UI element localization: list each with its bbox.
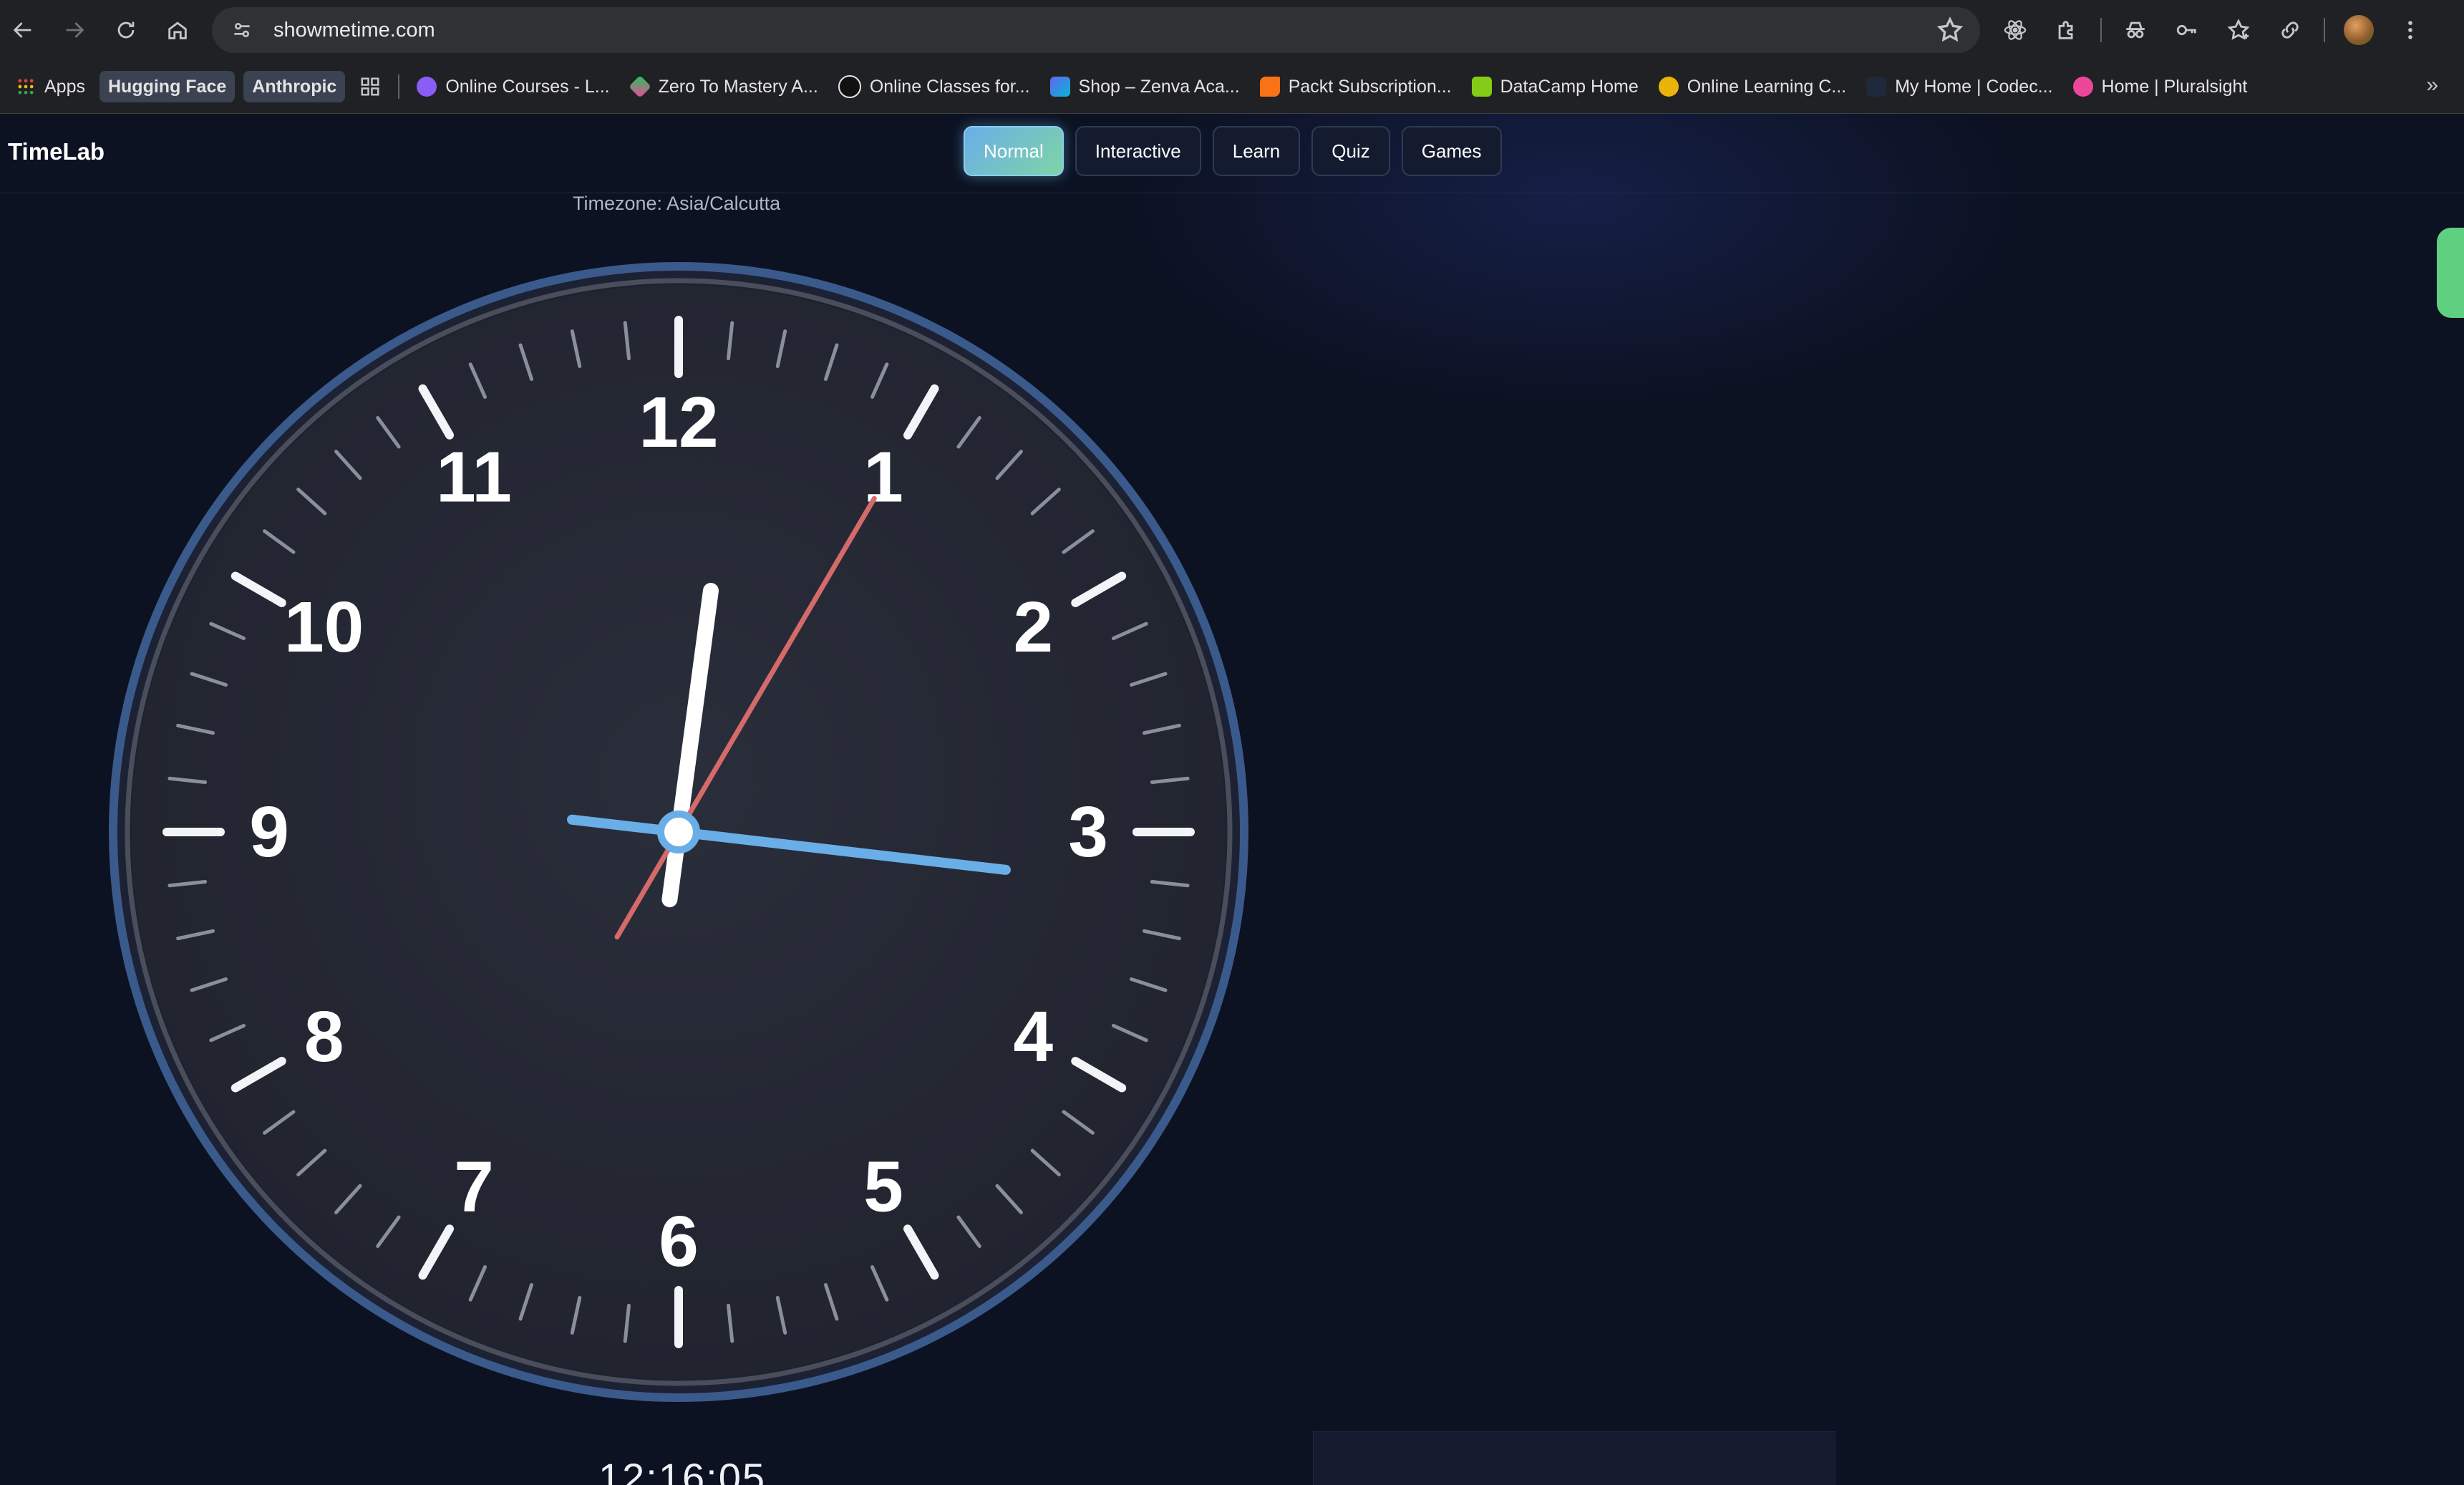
pluralsight-icon [2072,77,2093,97]
digital-time: 12:16:05 [598,1455,766,1485]
bookmark-zero-to-mastery[interactable]: Zero To Mastery A... [620,69,828,105]
tab-normal[interactable]: Normal [964,126,1064,176]
link-icon[interactable] [2272,12,2308,48]
clock-numeral-5: 5 [863,1146,903,1227]
reload-icon[interactable] [105,9,147,52]
bookmark-label: DataCamp Home [1500,76,1639,97]
bookmark-hugging-face[interactable]: Hugging Face [99,71,236,102]
bookmarks-separator [398,74,400,99]
bookmark-label: Online Courses - L... [445,76,610,97]
clock-numeral-4: 4 [1014,997,1054,1077]
clock-numeral-11: 11 [436,437,512,518]
extensions-puzzle-icon[interactable] [2049,12,2085,48]
clock-numeral-8: 8 [304,997,344,1077]
favorites-star-icon[interactable] [2221,12,2256,48]
bookmark-star-icon[interactable] [1936,16,1964,44]
apps-grid-icon [18,79,34,95]
tab-learn[interactable]: Learn [1212,126,1301,176]
clock-numeral-3: 3 [1068,792,1108,872]
site-settings-icon[interactable] [228,16,256,44]
bookmark-datacamp[interactable]: DataCamp Home [1462,69,1649,105]
menu-kebab-icon[interactable] [2392,12,2428,48]
zenva-icon [1049,77,1070,97]
extensions-area [1997,9,2428,52]
bookmark-codecademy[interactable]: My Home | Codec... [1856,69,2062,105]
clock-numeral-12: 12 [639,382,718,463]
url-text[interactable]: showmetime.com [273,19,435,42]
toolbar-separator [2100,18,2102,42]
bookmark-label: Hugging Face [107,76,227,97]
side-drawer-tab[interactable] [2437,228,2464,318]
tab-interactive[interactable]: Interactive [1075,126,1201,176]
profile-avatar[interactable] [2341,12,2377,48]
clock-numeral-10: 10 [284,587,364,667]
forward-icon[interactable] [53,9,96,52]
password-key-icon[interactable] [2169,12,2205,48]
online-learning-icon [1658,77,1679,97]
home-icon[interactable] [156,9,199,52]
datacamp-icon [1471,77,1492,97]
bookmark-label: Anthropic [252,76,337,97]
address-bar[interactable]: showmetime.com [212,7,1980,53]
bookmark-label: Packt Subscription... [1288,76,1452,97]
clock-numeral-7: 7 [454,1146,494,1227]
toolbar-separator [2324,18,2325,42]
bookmark-label: Apps [44,76,85,97]
packt-icon [1259,77,1280,97]
react-devtools-icon[interactable] [1997,12,2033,48]
mode-tabs: Normal Interactive Learn Quiz Games [964,126,1502,176]
bookmarks-bar: Apps Hugging Face Anthropic Online Cours… [0,60,2464,114]
skillshare-icon [838,75,861,98]
bookmark-anthropic[interactable]: Anthropic [243,71,346,102]
tab-groups-grid-icon[interactable] [349,69,391,105]
zero-to-mastery-icon [628,75,651,98]
bookmark-label: Home | Pluralsight [2101,76,2248,97]
bookmark-zenva[interactable]: Shop – Zenva Aca... [1040,69,1250,105]
back-icon[interactable] [1,9,44,52]
udemy-icon [417,77,437,97]
analog-clock: 121234567891011 [109,262,1248,1402]
app-header: TimeLab Normal Interactive Learn Quiz Ga… [0,114,2464,193]
bookmark-apps[interactable]: Apps [6,69,95,105]
timezone-label: Timezone: Asia/Calcutta [573,193,781,214]
brand-logo[interactable]: TimeLab [8,138,105,165]
codecademy-icon [1866,77,1887,97]
tab-quiz[interactable]: Quiz [1311,126,1390,176]
tab-games[interactable]: Games [1401,126,1502,176]
bookmark-label: My Home | Codec... [1895,76,2053,97]
clock-numeral-6: 6 [659,1201,699,1282]
incognito-icon[interactable] [2118,12,2153,48]
bookmark-label: Zero To Mastery A... [658,76,818,97]
bookmark-label: Online Classes for... [869,76,1030,97]
clock-center-cap [657,811,700,853]
clock-numeral-2: 2 [1014,587,1054,667]
bookmarks-overflow-chevron-icon[interactable]: » [2426,73,2438,97]
bookmark-skillshare[interactable]: Online Classes for... [828,69,1040,105]
bookmark-online-learning[interactable]: Online Learning C... [1649,69,1856,105]
browser-toolbar: showmetime.com [0,0,2464,60]
info-panel [1313,1431,1835,1485]
bookmark-udemy[interactable]: Online Courses - L... [407,69,619,105]
bookmark-pluralsight[interactable]: Home | Pluralsight [2063,69,2258,105]
bookmark-packt[interactable]: Packt Subscription... [1250,69,1462,105]
page-content: TimeLab Normal Interactive Learn Quiz Ga… [0,114,2464,1485]
clock-numeral-9: 9 [249,792,289,872]
bookmark-label: Online Learning C... [1687,76,1847,97]
bookmark-label: Shop – Zenva Aca... [1078,76,1240,97]
